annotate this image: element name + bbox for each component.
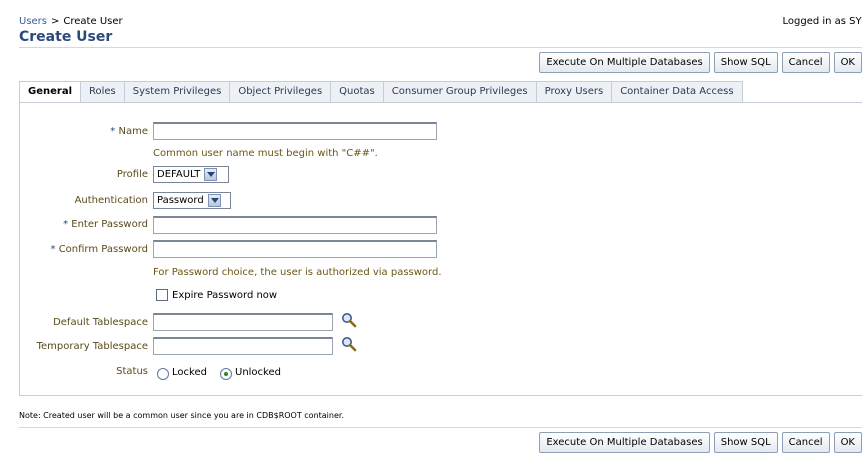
profile-label: Profile <box>116 169 148 180</box>
status-unlocked-label: Unlocked <box>235 367 281 378</box>
tab-roles[interactable]: Roles <box>81 81 125 103</box>
expire-password-label: Expire Password now <box>172 290 278 301</box>
required-marker: * <box>63 219 69 230</box>
tab-object-privileges[interactable]: Object Privileges <box>230 81 332 103</box>
tab-bar: General Roles System Privileges Object P… <box>19 81 743 103</box>
execute-multiple-databases-button[interactable]: Execute On Multiple Databases <box>539 432 710 453</box>
authentication-label: Authentication <box>74 195 148 206</box>
profile-selected-value: DEFAULT <box>157 169 201 180</box>
common-user-note: Note: Created user will be a common user… <box>19 411 344 420</box>
status-unlocked-radio[interactable] <box>220 368 232 380</box>
bottom-divider <box>19 427 862 428</box>
name-hint: Common user name must begin with "C##". <box>153 148 378 159</box>
tab-system-privileges[interactable]: System Privileges <box>124 81 231 103</box>
logged-in-text: Logged in as SYS <box>782 16 862 27</box>
tab-consumer-group-privileges[interactable]: Consumer Group Privileges <box>383 81 537 103</box>
cancel-button[interactable]: Cancel <box>781 52 830 73</box>
default-tablespace-label: Default Tablespace <box>53 317 148 328</box>
breadcrumb-users-link[interactable]: Users <box>19 16 47 27</box>
title-divider <box>19 47 862 48</box>
tab-general[interactable]: General <box>19 81 81 103</box>
expire-password-checkbox[interactable] <box>156 289 168 301</box>
name-input[interactable] <box>153 122 437 140</box>
confirm-password-label-text: Confirm Password <box>58 244 148 255</box>
chevron-down-icon <box>204 168 218 181</box>
create-user-page: Users > Create User Create User Logged in … <box>0 0 862 458</box>
profile-select[interactable]: DEFAULT <box>153 166 229 183</box>
authentication-selected-value: Password <box>157 195 204 206</box>
breadcrumb-separator: > <box>51 16 60 27</box>
cancel-button[interactable]: Cancel <box>781 432 830 453</box>
default-tablespace-input[interactable] <box>153 313 333 331</box>
show-sql-button[interactable]: Show SQL <box>713 52 778 73</box>
ok-button[interactable]: OK <box>833 432 862 453</box>
breadcrumb-current: Create User <box>63 16 123 27</box>
enter-password-label: * Enter Password <box>63 219 148 230</box>
required-marker: * <box>50 244 56 255</box>
page-title: Create User <box>19 29 113 45</box>
temporary-tablespace-input[interactable] <box>153 337 333 355</box>
name-label: * Name <box>110 126 148 137</box>
temporary-tablespace-label: Temporary Tablespace <box>36 341 148 352</box>
tab-proxy-users[interactable]: Proxy Users <box>536 81 613 103</box>
breadcrumb: Users > Create User <box>19 16 123 27</box>
execute-multiple-databases-button[interactable]: Execute On Multiple Databases <box>539 52 710 73</box>
required-marker: * <box>110 126 116 137</box>
enter-password-label-text: Enter Password <box>71 219 148 230</box>
status-label: Status <box>116 366 148 377</box>
top-button-bar: Execute On Multiple Databases Show SQL C… <box>539 52 862 73</box>
search-icon[interactable] <box>341 312 357 328</box>
status-locked-radio[interactable] <box>157 368 169 380</box>
status-locked-label: Locked <box>172 367 207 378</box>
ok-button[interactable]: OK <box>833 52 862 73</box>
authentication-select[interactable]: Password <box>153 192 231 209</box>
confirm-password-input[interactable] <box>153 240 437 258</box>
name-label-text: Name <box>118 126 148 137</box>
confirm-password-label: * Confirm Password <box>51 244 149 255</box>
bottom-button-bar: Execute On Multiple Databases Show SQL C… <box>539 432 862 453</box>
enter-password-input[interactable] <box>153 216 437 234</box>
tab-quotas[interactable]: Quotas <box>331 81 384 103</box>
tab-container-data-access[interactable]: Container Data Access <box>612 81 743 103</box>
chevron-down-icon <box>207 194 221 207</box>
search-icon[interactable] <box>341 336 357 352</box>
show-sql-button[interactable]: Show SQL <box>713 432 778 453</box>
password-hint: For Password choice, the user is authori… <box>153 267 442 278</box>
